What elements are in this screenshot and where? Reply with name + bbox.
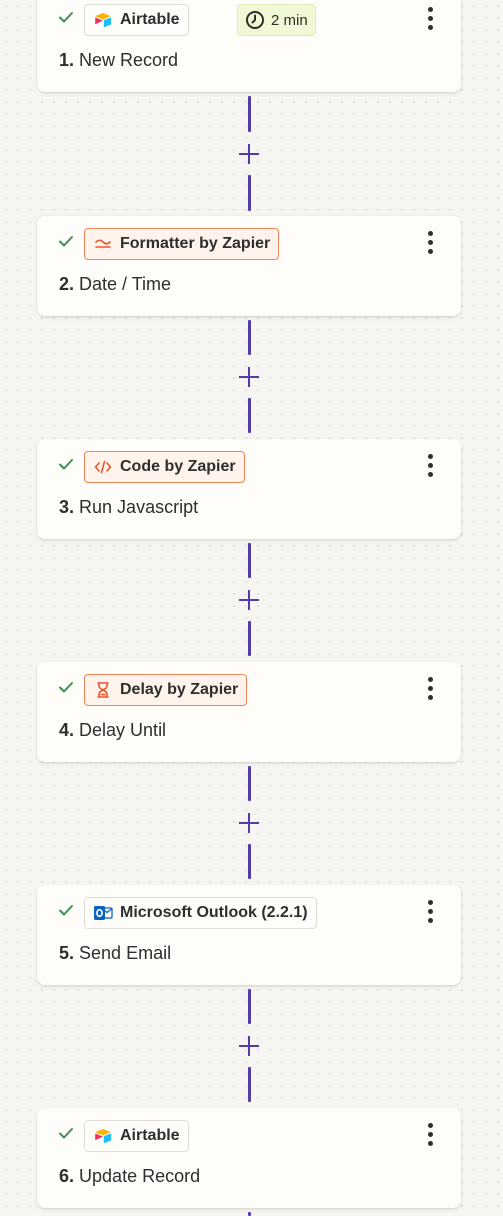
- app-chip-formatter[interactable]: Formatter by Zapier: [84, 228, 280, 260]
- app-chip-outlook[interactable]: Microsoft Outlook (2.2.1): [84, 897, 317, 929]
- step-action: Date / Time: [79, 274, 172, 294]
- step-card-3[interactable]: Code by Zapier 3. Run Javascript: [37, 439, 461, 539]
- step-number: 5.: [59, 943, 75, 963]
- airtable-icon: [93, 10, 113, 30]
- app-chip-airtable[interactable]: Airtable: [84, 4, 189, 36]
- step-action: Update Record: [79, 1166, 201, 1186]
- add-step-button[interactable]: [238, 1035, 260, 1057]
- step-action: New Record: [79, 50, 179, 70]
- app-name: Formatter by Zapier: [120, 235, 271, 252]
- hourglass-icon: [93, 680, 113, 700]
- check-icon: [59, 459, 73, 470]
- add-step-button[interactable]: [238, 812, 260, 834]
- step-menu-button[interactable]: [419, 675, 441, 701]
- step-connector: [238, 320, 260, 435]
- step-card-5[interactable]: Microsoft Outlook (2.2.1) 5. Send Email: [37, 885, 461, 985]
- clock-icon: [246, 11, 264, 29]
- step-card-6[interactable]: Airtable 6. Update Record: [37, 1108, 461, 1208]
- step-title: 4. Delay Until: [59, 720, 166, 741]
- step-connector: [238, 96, 260, 211]
- code-icon: [93, 457, 113, 477]
- app-name: Code by Zapier: [120, 458, 236, 475]
- step-action: Send Email: [79, 943, 172, 963]
- step-number: 1.: [59, 50, 75, 70]
- check-icon: [59, 682, 73, 693]
- app-name: Airtable: [120, 1127, 180, 1144]
- step-menu-button[interactable]: [419, 5, 441, 31]
- step-title: 6. Update Record: [59, 1166, 200, 1187]
- app-chip-delay[interactable]: Delay by Zapier: [84, 674, 248, 706]
- step-menu-button[interactable]: [419, 452, 441, 478]
- step-action: Delay Until: [79, 720, 167, 740]
- zap-editor-canvas: Airtable 2 min 1. New Record Formatter b…: [0, 0, 503, 1216]
- step-connector: [238, 766, 260, 881]
- step-action: Run Javascript: [79, 497, 199, 517]
- app-name: Microsoft Outlook (2.2.1): [120, 904, 308, 921]
- add-step-button[interactable]: [238, 366, 260, 388]
- check-icon: [59, 12, 73, 23]
- app-chip-code[interactable]: Code by Zapier: [84, 451, 245, 483]
- formatter-icon: [93, 234, 113, 254]
- step-title: 1. New Record: [59, 50, 178, 71]
- step-menu-button[interactable]: [419, 229, 441, 255]
- step-number: 6.: [59, 1166, 75, 1186]
- app-chip-airtable[interactable]: Airtable: [84, 1120, 189, 1152]
- outlook-icon: [93, 903, 113, 923]
- step-card-1[interactable]: Airtable 2 min 1. New Record: [37, 0, 461, 92]
- airtable-icon: [93, 1126, 113, 1146]
- step-card-2[interactable]: Formatter by Zapier 2. Date / Time: [37, 216, 461, 316]
- app-name: Airtable: [120, 11, 180, 28]
- step-number: 4.: [59, 720, 75, 740]
- step-number: 2.: [59, 274, 75, 294]
- check-icon: [59, 1128, 73, 1139]
- badge-text: 2 min: [271, 11, 308, 29]
- step-title: 3. Run Javascript: [59, 497, 198, 518]
- step-menu-button[interactable]: [419, 1121, 441, 1147]
- step-number: 3.: [59, 497, 75, 517]
- app-name: Delay by Zapier: [120, 681, 239, 698]
- add-step-button[interactable]: [238, 589, 260, 611]
- step-connector: [238, 543, 260, 658]
- add-step-button[interactable]: [238, 143, 260, 165]
- step-title: 2. Date / Time: [59, 274, 171, 295]
- step-menu-button[interactable]: [419, 898, 441, 924]
- step-card-4[interactable]: Delay by Zapier 4. Delay Until: [37, 662, 461, 762]
- step-title: 5. Send Email: [59, 943, 171, 964]
- check-icon: [59, 236, 73, 247]
- check-icon: [59, 905, 73, 916]
- step-connector: [238, 989, 260, 1104]
- step-connector: [238, 1212, 260, 1216]
- polling-time-badge: 2 min: [237, 4, 316, 36]
